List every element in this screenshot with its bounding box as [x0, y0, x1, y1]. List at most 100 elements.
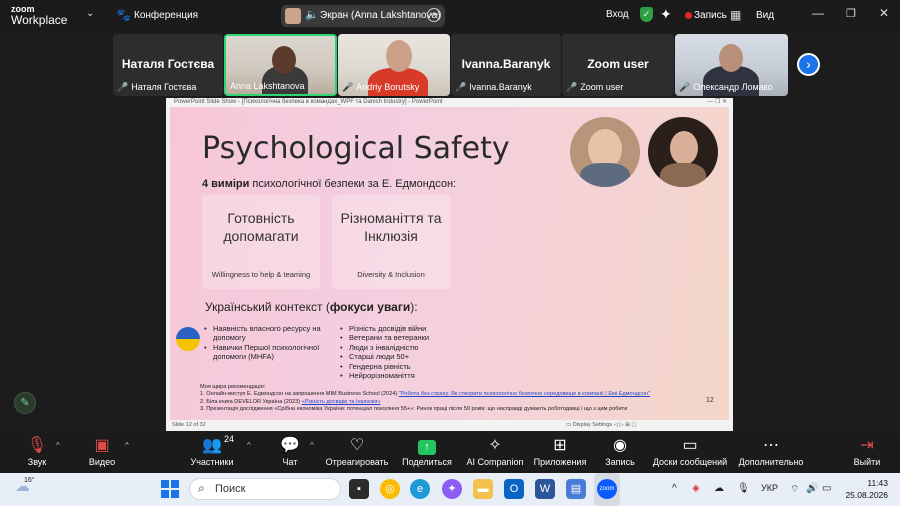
card-heading: Готовність допомагати: [223, 210, 299, 244]
reference-link[interactable]: "Робота без страху. Як створити психолог…: [399, 391, 650, 397]
next-page-button[interactable]: ›: [797, 53, 820, 76]
copilot-icon[interactable]: ✦: [442, 479, 462, 499]
close-icon[interactable]: ✕: [879, 6, 889, 20]
participant-tile[interactable]: 🎤 Олександр Ломако: [675, 34, 788, 96]
view-button[interactable]: Вид: [756, 10, 774, 21]
reference-text: 2. Біла книга DEVELOR Україна (2023): [200, 398, 302, 405]
slide-counter: Slide 12 of 32: [172, 422, 206, 428]
participant-label: 🎤 Zoom user: [566, 82, 623, 93]
taskbar-search[interactable]: ⌕ Поиск: [189, 478, 341, 500]
participant-tile[interactable]: Zoom user 🎤 Zoom user: [562, 34, 674, 96]
list-item: Нейрорізноманіття: [340, 371, 480, 381]
participant-label: 🎤 Andriy Borutsky: [342, 82, 419, 93]
start-windows-icon[interactable]: [161, 480, 179, 498]
participant-video-head: [386, 40, 412, 72]
gallery-grid-icon[interactable]: ▦: [730, 8, 741, 22]
chat-options-caret[interactable]: ^: [310, 441, 314, 450]
more-options-icon[interactable]: •••: [427, 8, 441, 22]
list-item: Гендерна рівність: [340, 362, 480, 372]
edge-icon[interactable]: e: [410, 479, 430, 499]
ppt-window-title: PowerPoint Slide Show - [Психологічна бе…: [174, 99, 443, 105]
participant-tile-active-speaker[interactable]: Anna Lakshtanova: [224, 34, 337, 96]
speaker-photo-1: [570, 117, 640, 187]
participant-label: 🎤 Ivanna.Baranyk: [455, 82, 532, 93]
tray-onedrive-icon[interactable]: ☁: [714, 483, 724, 494]
volume-icon[interactable]: 🔊: [806, 483, 818, 494]
screen-share-indicator[interactable]: 🔈 Экран (Anna Lakshtanova) •••: [281, 5, 445, 27]
apps-button[interactable]: ⊞ Приложения: [532, 436, 588, 467]
presenter-avatar: [285, 8, 301, 24]
store-icon[interactable]: ▤: [566, 479, 586, 499]
shared-screen: PowerPoint Slide Show - [Психологічна бе…: [166, 98, 733, 431]
battery-icon[interactable]: ▭: [822, 483, 831, 494]
list-item: Старші люди 50+: [340, 352, 480, 362]
app-logo-bottom: Workplace: [11, 13, 68, 27]
mic-muted-icon: 🎤: [455, 82, 467, 92]
ai-companion-button[interactable]: ✧ AI Companion: [466, 436, 524, 467]
video-options-caret[interactable]: ^: [125, 441, 129, 450]
tray-mic-icon[interactable]: 🎙: [737, 483, 750, 494]
minimize-icon[interactable]: —: [812, 6, 824, 20]
paw-icon[interactable]: 🐾: [116, 8, 131, 22]
leave-button[interactable]: ⇥ Выйти: [852, 436, 882, 467]
chevron-right-icon: ›: [806, 56, 811, 72]
whiteboards-button[interactable]: ▭ Доски сообщений: [652, 436, 728, 467]
audio-button[interactable]: 🎙 Звук: [22, 436, 52, 467]
participant-label: 🎤 Наталя Гостєва: [117, 82, 196, 93]
video-button[interactable]: ▣ Видео: [86, 436, 118, 467]
outlook-icon[interactable]: O: [504, 479, 524, 499]
chevron-down-icon[interactable]: ⌄: [86, 8, 94, 19]
participant-tile[interactable]: Ivanna.Baranyk 🎤 Ivanna.Baranyk: [451, 34, 561, 96]
word-icon[interactable]: W: [535, 479, 555, 499]
participant-display-name: Наталя Гостєва: [121, 57, 215, 71]
context-list-left: Наявність власного ресурсу на допомогу Н…: [204, 324, 324, 362]
participant-label: Anna Lakshtanova: [230, 81, 305, 91]
reference-1: 1. Онлайн-виступ Е. Едмондсон на запроше…: [200, 391, 710, 398]
share-screen-button[interactable]: ↑ Поделиться: [401, 436, 453, 467]
share-label: Поделиться: [402, 457, 452, 467]
reactions-button[interactable]: ♡ Отреагировать: [325, 436, 389, 467]
chat-label: Чат: [282, 457, 298, 467]
task-view-icon[interactable]: ▪: [349, 479, 369, 499]
dimension-card: Готовність допомагати Willingness to hel…: [202, 195, 320, 289]
file-explorer-icon[interactable]: ▬: [473, 479, 493, 499]
speaker-icon: 🔈: [305, 9, 319, 21]
reference-link[interactable]: «Різність досвідів та Інклюзія»: [302, 399, 381, 405]
share-screen-icon: ↑: [418, 440, 436, 455]
list-item: Ветерани та ветеранки: [340, 333, 480, 343]
wifi-icon[interactable]: ⌔: [790, 483, 799, 496]
restore-icon[interactable]: ❐: [846, 7, 856, 20]
zoom-title-bar: zoom Workplace ⌄ 🐾 Конференция 🔈 Экран (…: [0, 0, 900, 32]
more-label: Дополнительно: [738, 457, 804, 467]
meeting-toolbar: 🎙 Звук ^ ▣ Видео ^ 👥 Участники 24 ^ 💬 Ча…: [0, 433, 900, 473]
context-heading-b: фокуси уваги: [329, 300, 411, 314]
participants-options-caret[interactable]: ^: [247, 441, 251, 450]
more-icon: ⋯: [763, 437, 779, 454]
tray-app-icon[interactable]: ◈: [692, 483, 700, 494]
mic-muted-icon: 🎤: [342, 82, 354, 92]
login-button[interactable]: Вход: [606, 9, 629, 20]
participant-tile[interactable]: Наталя Гостєва 🎤 Наталя Гостєва: [113, 34, 223, 96]
tray-chevron-up-icon[interactable]: ^: [672, 483, 677, 494]
taskbar-clock[interactable]: 11:43 25.08.2026: [843, 477, 888, 501]
recording-label[interactable]: Запись: [694, 10, 727, 21]
record-button[interactable]: ◉ Запись: [603, 436, 637, 467]
more-button[interactable]: ⋯ Дополнительно: [738, 436, 804, 467]
participant-tile[interactable]: 🎤 Andriy Borutsky: [338, 34, 450, 96]
language-indicator[interactable]: УКР: [761, 483, 778, 493]
chrome-icon[interactable]: ◎: [380, 479, 400, 499]
shield-check-icon[interactable]: ✓: [640, 7, 653, 22]
list-item: Навички Першої психологічної допомоги (M…: [204, 343, 324, 362]
weather-temperature: 16°: [24, 477, 35, 484]
participant-name: Олександр Ломако: [693, 82, 773, 92]
presentation-slide: Psychological Safety 4 виміри психологіч…: [170, 107, 729, 420]
chat-button[interactable]: 💬 Чат: [278, 436, 302, 467]
audio-options-caret[interactable]: ^: [56, 441, 60, 450]
display-settings[interactable]: ▭ Display Settings ◁ ▷ ⊞ ▢: [566, 420, 637, 431]
ai-companion-label: AI Companion: [466, 457, 524, 467]
annotate-pencil-icon[interactable]: ✎: [14, 392, 36, 414]
conference-label[interactable]: Конференция: [134, 10, 198, 21]
display-icon: ▭: [566, 422, 573, 428]
ai-sparkle-icon[interactable]: ✦: [660, 6, 672, 23]
zoom-app-icon[interactable]: zoom: [597, 479, 617, 499]
